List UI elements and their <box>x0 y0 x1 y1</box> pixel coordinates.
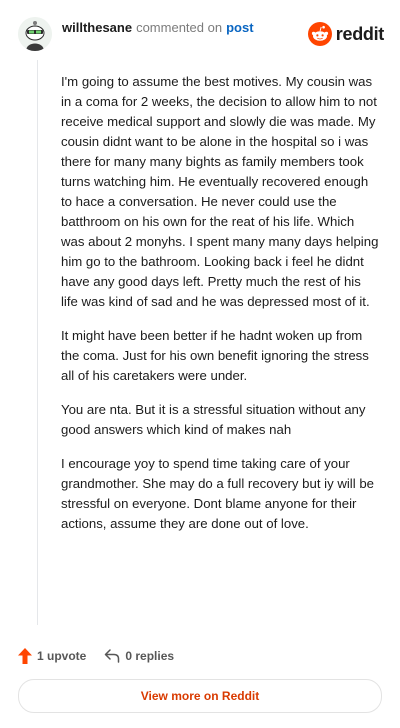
comment-body: I'm going to assume the best motives. My… <box>61 72 380 548</box>
username[interactable]: willthesane <box>62 20 132 36</box>
reply-arrow-icon <box>105 649 120 663</box>
reddit-wordmark: reddit <box>335 23 385 44</box>
commented-on-text: commented on <box>136 20 223 35</box>
post-link[interactable]: post <box>226 20 253 36</box>
comment-meta: willthesane commented on post <box>62 20 254 36</box>
reply-count: 0 replies <box>125 649 175 663</box>
thread-line <box>37 60 38 625</box>
comment-actions: 1 upvote 0 replies <box>18 646 174 666</box>
snoo-avatar-icon <box>18 17 52 51</box>
avatar[interactable] <box>18 17 52 51</box>
comment-paragraph: I encourage yoy to spend time taking car… <box>61 456 374 531</box>
comment-paragraph: It might have been better if he hadnt wo… <box>61 328 369 383</box>
upvote-arrow-icon <box>18 648 32 664</box>
replies-button[interactable]: 0 replies <box>104 649 174 663</box>
view-more-button[interactable]: View more on Reddit <box>18 679 382 713</box>
upvote-button[interactable]: 1 upvote <box>18 648 86 664</box>
reddit-brand[interactable]: reddit <box>307 22 385 46</box>
comment-paragraph: I'm going to assume the best motives. My… <box>61 74 379 309</box>
comment-paragraph: You are nta. But it is a stressful situa… <box>61 402 366 437</box>
upvote-count: 1 upvote <box>37 649 87 663</box>
comment-embed-card: willthesane commented on post reddit I'm… <box>0 0 400 728</box>
reddit-logo-icon <box>307 22 332 46</box>
